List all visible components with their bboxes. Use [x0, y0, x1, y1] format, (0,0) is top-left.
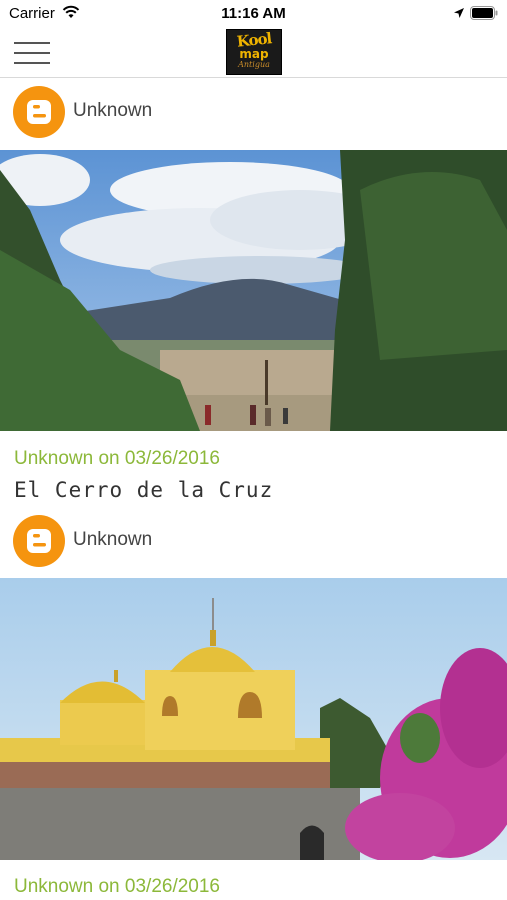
post-author-row[interactable]: Unknown	[0, 511, 507, 567]
app-header: Kool map Antigua	[0, 28, 507, 78]
post-meta: Unknown on 03/26/2016	[14, 448, 220, 469]
battery-icon	[470, 6, 498, 20]
logo-line3: Antigua	[238, 60, 270, 69]
yellow-church-photo[interactable]	[0, 578, 507, 860]
post-author-row[interactable]: Unknown	[0, 82, 507, 138]
status-bar: Carrier 11:16 AM	[0, 0, 507, 28]
clock: 11:16 AM	[221, 5, 286, 22]
author-name: Unknown	[73, 100, 153, 121]
hamburger-menu-icon[interactable]	[14, 40, 50, 66]
app-logo[interactable]: Kool map Antigua	[226, 29, 282, 75]
post-meta: Unknown on 03/26/2016	[14, 876, 220, 897]
location-arrow-icon	[454, 8, 464, 18]
volcano-view-photo[interactable]	[0, 150, 507, 431]
blogger-icon	[13, 515, 65, 567]
author-name: Unknown	[73, 529, 153, 550]
blogger-icon	[13, 86, 65, 138]
post-title[interactable]: El Cerro de la Cruz	[14, 478, 273, 502]
